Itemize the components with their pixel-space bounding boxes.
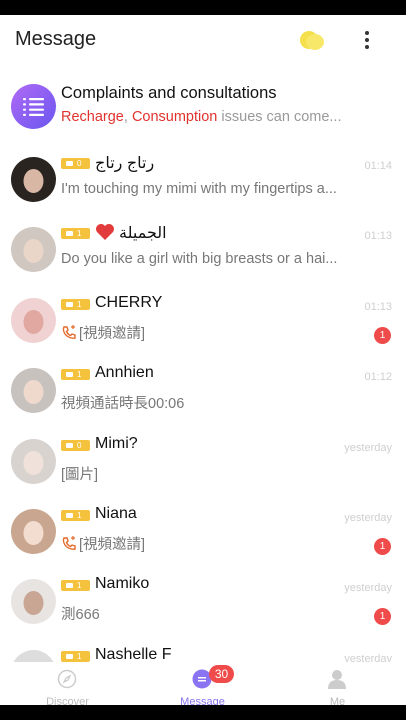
message-time: 01:13 xyxy=(364,300,392,313)
last-message: I'm touching my mimi with my fingertips … xyxy=(61,181,337,197)
unread-badge: 1 xyxy=(374,326,391,344)
person-icon xyxy=(328,670,346,689)
complaints-consultations-item[interactable]: Complaints and consultations Recharge, C… xyxy=(0,77,406,137)
conversation-row[interactable]: 1 Namiko 測666 yesterday 1 xyxy=(0,570,406,640)
phone-call-icon xyxy=(62,535,76,550)
tab-label: Me xyxy=(329,696,346,705)
conversation-row[interactable]: 0 رتاج رتاج I'm touching my mimi with my… xyxy=(0,148,406,218)
conversation-row[interactable]: 1 Annhien 視頻通話時長00:06 01:12 xyxy=(0,359,406,429)
last-message: 視頻通話時長00:06 xyxy=(61,396,185,413)
conversation-row[interactable]: 1 Niana [視頻邀請] yesterday 1 xyxy=(0,500,406,570)
message-count-badge: 30 xyxy=(209,665,234,683)
level-badge: 1 xyxy=(61,509,90,521)
unread-badge: 1 xyxy=(374,537,391,555)
last-message: [視頻邀請] xyxy=(61,322,363,343)
tab-me[interactable]: Me xyxy=(270,662,405,705)
complaints-title: Complaints and consultations xyxy=(61,84,277,102)
conversation-row[interactable]: 1 الجميلة Do you like a girl with big br… xyxy=(0,218,406,288)
message-time: yesterday xyxy=(344,441,392,454)
compass-icon xyxy=(57,669,77,689)
tab-bar: Discover Message Me xyxy=(0,662,406,705)
contact-name: CHERRY xyxy=(95,293,163,311)
level-badge: 1 xyxy=(61,369,90,381)
avatar[interactable] xyxy=(11,579,56,625)
level-badge: 1 xyxy=(61,228,90,240)
avatar[interactable] xyxy=(11,438,56,484)
last-message: [視頻邀請] xyxy=(61,533,363,554)
complaints-subtitle: Recharge, Consumption issues can come... xyxy=(61,109,342,125)
level-badge: 1 xyxy=(61,650,90,662)
phone-call-icon xyxy=(62,324,76,339)
message-time: 01:14 xyxy=(364,160,392,172)
avatar[interactable] xyxy=(11,227,56,273)
top-bar: Message xyxy=(0,15,406,65)
contact-name: الجميلة xyxy=(95,223,167,243)
more-options-icon[interactable] xyxy=(360,29,374,51)
message-screen: Message Complaints and consultations Rec… xyxy=(0,15,406,705)
heart-icon xyxy=(96,224,114,241)
contact-name: Namiko xyxy=(95,575,150,593)
last-message: [圖片] xyxy=(61,466,99,483)
page-title: Message xyxy=(15,28,97,50)
tab-label: Discover xyxy=(46,696,89,705)
conversation-row[interactable]: 1 CHERRY [視頻邀請] 01:13 1 xyxy=(0,289,406,359)
unread-badge: 1 xyxy=(374,608,391,626)
coins-icon[interactable] xyxy=(299,29,325,51)
message-time: 01:12 xyxy=(364,371,392,384)
tab-label: Message xyxy=(180,696,225,705)
message-time: yesterday xyxy=(344,511,392,524)
contact-name: Mimi? xyxy=(95,434,138,452)
tab-message[interactable]: Message xyxy=(135,662,270,705)
contact-name: رتاج رتاج xyxy=(95,155,155,172)
contact-name: Annhien xyxy=(95,364,154,382)
list-icon xyxy=(11,84,56,129)
avatar[interactable] xyxy=(11,157,56,202)
level-badge: 0 xyxy=(61,158,90,169)
message-time: yesterday xyxy=(344,582,392,595)
last-message: 測666 xyxy=(61,607,100,624)
avatar[interactable] xyxy=(11,508,56,554)
level-badge: 1 xyxy=(61,580,90,592)
avatar[interactable] xyxy=(11,368,56,414)
conversation-list: 0 رتاج رتاج I'm touching my mimi with my… xyxy=(0,148,406,705)
message-time: 01:13 xyxy=(364,230,392,243)
level-badge: 1 xyxy=(61,298,90,310)
tab-discover[interactable]: Discover xyxy=(0,662,135,705)
avatar[interactable] xyxy=(11,297,56,343)
contact-name: Niana xyxy=(95,504,137,522)
level-badge: 0 xyxy=(61,439,90,451)
conversation-row[interactable]: 0 Mimi? [圖片] yesterday xyxy=(0,430,406,500)
last-message: Do you like a girl with big breasts or a… xyxy=(61,251,338,268)
